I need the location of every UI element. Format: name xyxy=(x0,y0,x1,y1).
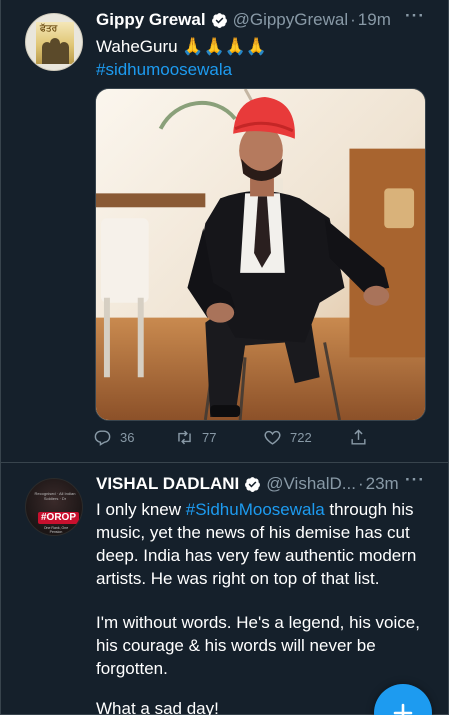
author-name[interactable]: VISHAL DADLANI xyxy=(96,474,239,494)
verified-badge-icon xyxy=(245,476,261,492)
avatar-small-text-top: Recognised · All Indian Soldiers · Dr xyxy=(34,491,76,501)
avatar-small-text-bottom: One Rank, One Pension xyxy=(43,526,69,534)
plus-icon xyxy=(393,703,413,715)
tweet-header: VISHAL DADLANI @VishalD... · 23m xyxy=(96,474,399,494)
tweet-timestamp[interactable]: 19m xyxy=(358,10,391,30)
photo-illustration xyxy=(96,89,425,420)
retweet-count: 77 xyxy=(202,430,217,445)
tweet-gippy-grewal[interactable]: ਫੱਤਰ Gippy Grewal @GippyGrewal · 19m ···… xyxy=(0,0,449,463)
author-name[interactable]: Gippy Grewal xyxy=(96,10,206,30)
tweet-text-line: I only knew #SidhuMoosewala through his xyxy=(96,500,414,519)
separator-dot: · xyxy=(357,474,364,493)
heart-icon xyxy=(264,430,281,445)
tweet-text-line: his courage & his words will never be xyxy=(96,636,376,655)
tweet-text-line: forgotten. xyxy=(96,659,168,678)
share-icon xyxy=(351,429,366,445)
like-button[interactable]: 722 xyxy=(263,428,312,447)
tweet-text-line: What a sad day! xyxy=(96,699,219,715)
tweet-timestamp[interactable]: 23m xyxy=(366,474,399,494)
tweet-photo[interactable] xyxy=(95,88,426,421)
avatar-poster-title: ਫੱਤਰ xyxy=(40,24,58,34)
reply-icon xyxy=(94,430,111,446)
reply-button[interactable]: 36 xyxy=(93,428,134,447)
tweet-text-line: music, yet the news of his demise has cu… xyxy=(96,523,410,542)
more-options-icon[interactable]: ··· xyxy=(405,6,425,26)
retweet-icon xyxy=(178,430,191,445)
retweet-button[interactable]: 77 xyxy=(175,428,216,447)
avatar[interactable]: ਫੱਤਰ xyxy=(25,13,83,71)
reply-count: 36 xyxy=(120,430,135,445)
tweet-text-line: I'm without words. He's a legend, his vo… xyxy=(96,613,420,632)
hashtag-link[interactable]: #sidhumoosewala xyxy=(96,58,232,81)
verified-badge-icon xyxy=(211,12,227,28)
author-handle[interactable]: @GippyGrewal xyxy=(233,10,349,30)
author-handle[interactable]: @VishalD... xyxy=(266,474,356,494)
tweet-text-line: artists. He was right on top of that lis… xyxy=(96,569,380,588)
tweet-text-line: deep. India has very few authentic moder… xyxy=(96,546,417,565)
tweet-text: WaheGuru 🙏🙏🙏🙏 xyxy=(96,37,267,56)
share-button[interactable] xyxy=(349,428,376,447)
hashtag-link[interactable]: #SidhuMoosewala xyxy=(186,500,325,519)
tweet-actions: 36 77 722 xyxy=(93,428,393,452)
avatar-poster-image: ਫੱਤਰ xyxy=(36,22,74,64)
avatar-badge: #OROP xyxy=(38,512,80,524)
more-options-icon[interactable]: ··· xyxy=(405,470,425,490)
tweet-header: Gippy Grewal @GippyGrewal · 19m xyxy=(96,10,391,30)
like-count: 722 xyxy=(290,430,312,445)
separator-dot: · xyxy=(350,10,356,29)
avatar[interactable]: Recognised · All Indian Soldiers · Dr #O… xyxy=(25,478,83,536)
